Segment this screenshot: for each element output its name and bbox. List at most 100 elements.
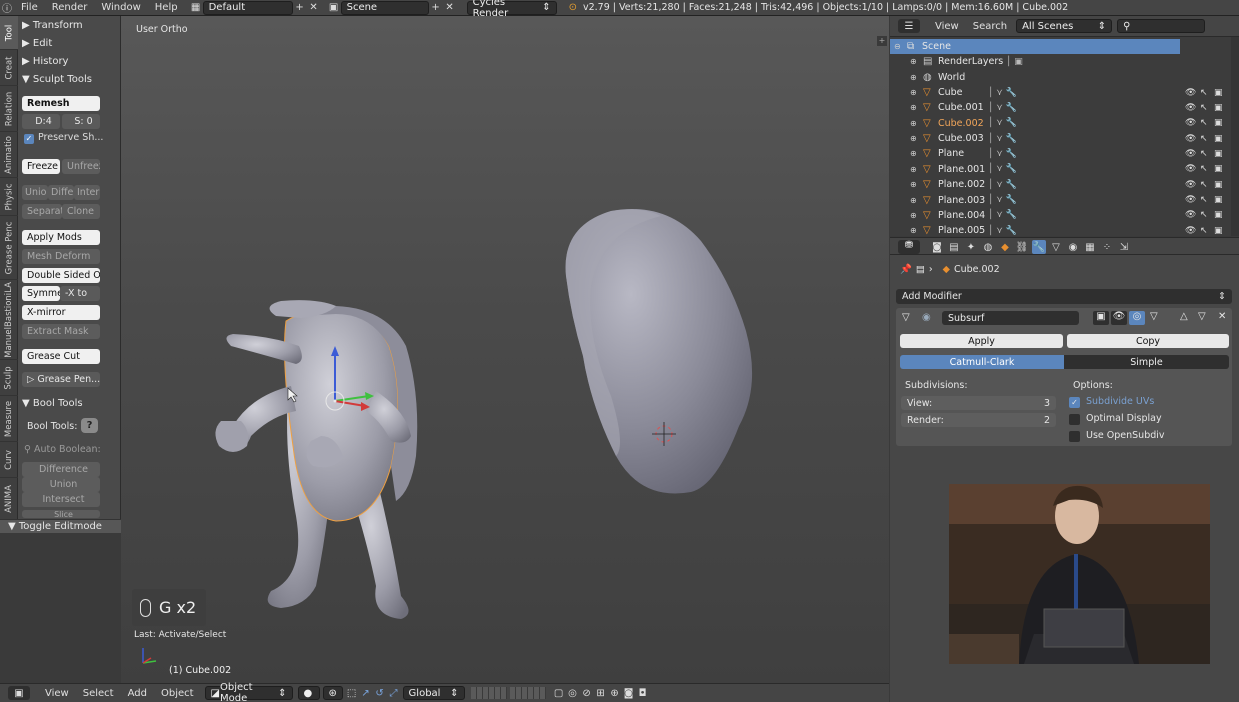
pin-icon[interactable]: 📌 xyxy=(900,264,912,275)
use-opensubdiv-checkbox[interactable] xyxy=(1069,431,1080,442)
translate-manipulator-icon[interactable]: ↗ xyxy=(359,686,373,700)
add-layout-icon[interactable]: + xyxy=(293,1,307,15)
separate-button[interactable]: Separat xyxy=(22,204,62,219)
selectable-cursor-icon[interactable]: ↖ xyxy=(1200,88,1208,98)
mesh-deform-button[interactable]: Mesh Deform xyxy=(22,249,100,264)
scene-tab-icon[interactable]: ✦ xyxy=(964,240,978,254)
render-toggle-icon[interactable]: ◎ xyxy=(1129,311,1145,325)
tab-create[interactable]: Creat xyxy=(0,50,18,86)
subdivide-uvs-checkbox[interactable]: ✓ xyxy=(1069,397,1080,408)
visibility-eye-icon[interactable]: 👁 xyxy=(1185,226,1196,236)
outliner-row[interactable]: ⊕ ▽ Cube.001 │ ⋎ 🔧 👁 ↖ ▣ xyxy=(890,100,1239,115)
menu-add[interactable]: Add xyxy=(121,688,154,699)
apply-button[interactable]: Apply xyxy=(900,334,1063,348)
outliner-search-input[interactable]: ⚲ xyxy=(1117,19,1206,33)
render-animation-icon[interactable]: ◘ xyxy=(636,686,650,700)
expand-icon[interactable]: ⊕ xyxy=(910,211,917,220)
edit-mode-toggle-icon[interactable]: ▣ xyxy=(1093,311,1109,325)
render-levels-field[interactable]: Render: 2 xyxy=(901,413,1056,427)
blob-mesh[interactable] xyxy=(565,209,753,494)
expand-icon[interactable]: ⊕ xyxy=(910,134,917,143)
material-tab-icon[interactable]: ◉ xyxy=(1066,240,1080,254)
editor-type-icon[interactable]: ▣ xyxy=(8,686,30,700)
scene-icon[interactable]: ▣ xyxy=(327,1,341,15)
expand-icon[interactable]: ⊕ xyxy=(910,226,917,235)
outliner-row[interactable]: ⊖ ⧉ Scene xyxy=(890,39,1180,54)
panel-transform[interactable]: ▶ Transform xyxy=(22,20,83,31)
outliner-row[interactable]: ⊕ ▽ Cube.002 │ ⋎ 🔧 👁 ↖ ▣ xyxy=(890,116,1239,131)
collapse-arrow-icon[interactable]: ▽ xyxy=(902,312,910,323)
world-tab-icon[interactable]: ◍ xyxy=(981,240,995,254)
remesh-depth-field[interactable]: D:4 xyxy=(22,114,60,129)
tab-curve[interactable]: Curv xyxy=(0,442,18,478)
tab-manuelbastionilab[interactable]: ManuelBastioniLA xyxy=(0,280,18,360)
grease-pen-button[interactable]: ▷ Grease Pen... xyxy=(22,372,100,387)
outliner-row[interactable]: ⊕ ▽ Plane.002 │ ⋎ 🔧 👁 ↖ ▣ xyxy=(890,177,1239,192)
selectable-cursor-icon[interactable]: ↖ xyxy=(1200,164,1208,174)
expand-icon[interactable]: ⊕ xyxy=(910,180,917,189)
render-layer-toggle-icon[interactable]: │ ▣ xyxy=(1006,57,1023,67)
modifiers-tab-icon[interactable]: 🔧 xyxy=(1032,240,1046,254)
expand-icon[interactable]: ⊕ xyxy=(910,165,917,174)
expand-icon[interactable]: ⊕ xyxy=(910,149,917,158)
selectable-cursor-icon[interactable]: ↖ xyxy=(1200,103,1208,113)
renderable-camera-icon[interactable]: ▣ xyxy=(1214,149,1223,159)
optimal-display-checkbox[interactable] xyxy=(1069,414,1080,425)
renderable-camera-icon[interactable]: ▣ xyxy=(1214,103,1223,113)
layout-icon[interactable]: ▦ xyxy=(189,1,203,15)
add-scene-icon[interactable]: + xyxy=(429,1,443,15)
bool-difference-button[interactable]: Difference xyxy=(22,462,100,477)
apply-mods-button[interactable]: Apply Mods xyxy=(22,230,100,245)
snap-element-icon[interactable]: ⊞ xyxy=(594,686,608,700)
selectable-cursor-icon[interactable]: ↖ xyxy=(1200,226,1208,236)
selectable-cursor-icon[interactable]: ↖ xyxy=(1200,118,1208,128)
shading-selector[interactable]: ● xyxy=(297,686,320,700)
data-tab-icon[interactable]: ▽ xyxy=(1049,240,1063,254)
menu-select[interactable]: Select xyxy=(76,688,121,699)
extract-mask-button[interactable]: Extract Mask xyxy=(22,324,100,339)
collapse-icon[interactable]: ⊖ xyxy=(894,42,901,51)
panel-bool-tools[interactable]: ▼ Bool Tools xyxy=(22,398,83,409)
selectable-cursor-icon[interactable]: ↖ xyxy=(1200,149,1208,159)
scene-selector[interactable]: Scene xyxy=(340,0,429,15)
unfreeze-button[interactable]: Unfreez xyxy=(62,159,100,174)
help-icon[interactable]: ? xyxy=(81,418,98,433)
tab-tool[interactable]: Tool xyxy=(0,16,18,50)
snap-target-icon[interactable]: ⊕ xyxy=(608,686,622,700)
renderable-camera-icon[interactable]: ▣ xyxy=(1214,134,1223,144)
tab-relations[interactable]: Relation xyxy=(0,86,18,132)
visibility-eye-icon[interactable]: 👁 xyxy=(1185,195,1196,205)
menu-file[interactable]: File xyxy=(14,2,45,13)
tab-measure[interactable]: Measure xyxy=(0,396,18,442)
renderable-camera-icon[interactable]: ▣ xyxy=(1214,88,1223,98)
tab-grease-pencil[interactable]: Grease Penc xyxy=(0,216,18,280)
expand-icon[interactable]: ⊕ xyxy=(910,103,917,112)
physics-tab-icon[interactable]: ⇲ xyxy=(1117,240,1131,254)
manipulator-icon[interactable]: ⬚ xyxy=(345,686,359,700)
visibility-eye-icon[interactable]: 👁 xyxy=(1185,164,1196,174)
outliner-row[interactable]: ⊕ ◍ World xyxy=(890,70,1239,85)
outliner-row[interactable]: ⊕ ▽ Plane.005 │ ⋎ 🔧 👁 ↖ ▣ xyxy=(890,223,1239,236)
selectable-cursor-icon[interactable]: ↖ xyxy=(1200,134,1208,144)
tab-physics[interactable]: Physic xyxy=(0,178,18,216)
proportional-edit-icon[interactable]: ◎ xyxy=(566,686,580,700)
catmull-clark-toggle[interactable]: Catmull-Clark xyxy=(900,355,1064,369)
panel-toggle-editmode[interactable]: ▼ Toggle Editmode xyxy=(0,519,121,533)
expand-icon[interactable]: ⊕ xyxy=(910,88,917,97)
visibility-eye-icon[interactable]: 👁 xyxy=(1185,88,1196,98)
rotate-manipulator-icon[interactable]: ↺ xyxy=(373,686,387,700)
renderable-camera-icon[interactable]: ▣ xyxy=(1214,164,1223,174)
outliner-row[interactable]: ⊕ ▽ Plane │ ⋎ 🔧 👁 ↖ ▣ xyxy=(890,146,1239,161)
lock-layers-icon[interactable]: ▢ xyxy=(552,686,566,700)
expand-icon[interactable]: ⊕ xyxy=(910,196,917,205)
editor-type-icon[interactable]: ☰ xyxy=(898,19,920,33)
3d-viewport[interactable]: User Ortho + G x2 Last: Activate/Select … xyxy=(121,16,889,683)
pivot-selector[interactable]: ⊛ xyxy=(322,686,343,700)
visibility-eye-icon[interactable]: 👁 xyxy=(1185,118,1196,128)
outliner-row[interactable]: ⊕ ▤ RenderLayers │ ▣ xyxy=(890,54,1239,69)
outliner-row[interactable]: ⊕ ▽ Plane.004 │ ⋎ 🔧 👁 ↖ ▣ xyxy=(890,208,1239,223)
visibility-eye-icon[interactable]: 👁 xyxy=(1185,103,1196,113)
menu-help[interactable]: Help xyxy=(148,2,185,13)
visibility-eye-icon[interactable]: 👁 xyxy=(1185,134,1196,144)
grease-cut-button[interactable]: Grease Cut xyxy=(22,349,100,364)
